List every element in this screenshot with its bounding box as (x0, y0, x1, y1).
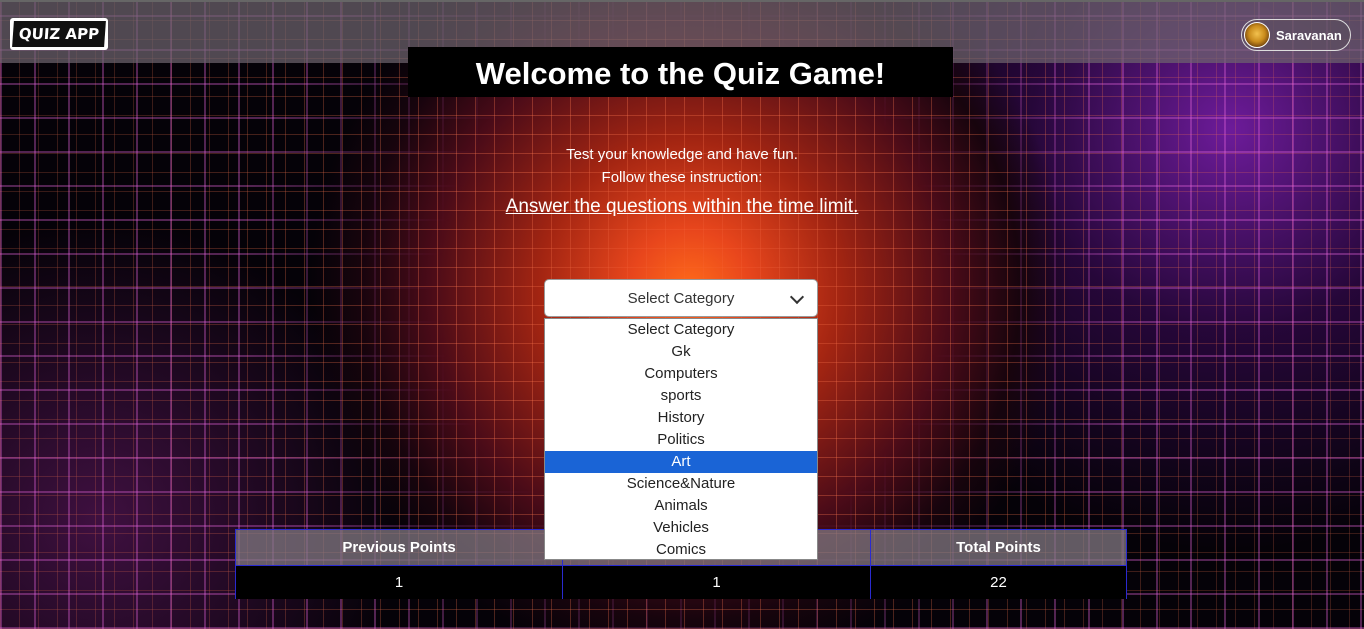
total-points-value: 22 (990, 574, 1007, 591)
category-option[interactable]: Politics (545, 429, 817, 451)
intro-text: Test your knowledge and have fun. (566, 146, 798, 163)
user-profile-button[interactable]: Saravanan (1241, 19, 1351, 51)
page-title: Welcome to the Quiz Game! (475, 56, 886, 91)
category-option[interactable]: Select Category (545, 319, 817, 341)
chevron-down-icon (789, 289, 805, 305)
category-select-value: Select Category (627, 289, 735, 307)
category-select[interactable]: Select Category (544, 279, 818, 317)
category-option[interactable]: Comics (545, 539, 817, 561)
category-option[interactable]: Science&Nature (545, 473, 817, 495)
category-option[interactable]: sports (545, 385, 817, 407)
category-option[interactable]: Vehicles (545, 517, 817, 539)
instruction-text: Answer the questions within the time lim… (505, 196, 859, 217)
category-option[interactable]: History (545, 407, 817, 429)
header-previous-points: Previous Points (236, 530, 563, 565)
user-name: Saravanan (1276, 27, 1342, 43)
app-logo[interactable]: QUIZ APP (10, 18, 108, 50)
category-dropdown-list: Select Category Gk Computers sports History P… (544, 318, 818, 560)
previous-points-value: 1 (236, 566, 563, 599)
instruction-label: Follow these instruction: (601, 169, 763, 186)
category-option[interactable]: Art (545, 451, 817, 473)
current-points-value: 1 (563, 566, 871, 599)
category-option[interactable]: Gk (545, 341, 817, 363)
points-table-row: 1 1 22 (236, 565, 1126, 599)
user-avatar (1244, 22, 1270, 48)
header-total-points: Total Points (956, 539, 1041, 556)
category-option[interactable]: Animals (545, 495, 817, 517)
category-option[interactable]: Computers (545, 363, 817, 385)
app-logo-text: QUIZ APP (12, 21, 106, 47)
